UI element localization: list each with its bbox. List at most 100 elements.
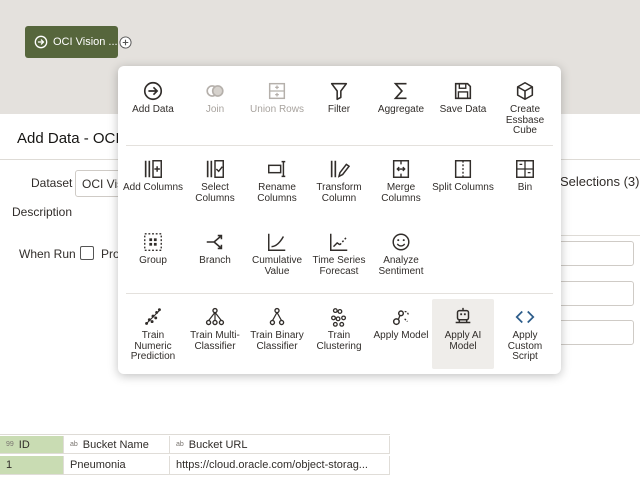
menu-item-save-data[interactable]: Save Data [432, 80, 494, 116]
multi-classifier-icon [205, 307, 225, 326]
menu-item-label: Add Columns [122, 182, 184, 193]
robot-icon [455, 307, 471, 324]
menu-item-label: Apply AI Model [444, 330, 482, 352]
smiley-icon [392, 233, 410, 251]
menu-item-cumulative-value[interactable]: Cumulative Value [246, 231, 308, 277]
column-header-label: Bucket Name [82, 438, 149, 451]
filter-icon [330, 82, 348, 101]
menu-item-bin[interactable]: Bin [494, 158, 556, 194]
menu-item-train-multi-classifier[interactable]: Train Multi-Classifier [184, 306, 246, 352]
menu-item-apply-model[interactable]: Apply Model [370, 306, 432, 342]
menu-item-rename-columns[interactable]: Rename Columns [246, 158, 308, 204]
add-step-icon[interactable] [119, 36, 132, 49]
menu-item-label: Rename Columns [257, 182, 297, 204]
menu-item-label: Group [139, 255, 167, 266]
add-step-menu: Add Data Join Union Rows Filter Aggregat… [118, 66, 561, 374]
menu-item-label: Select Columns [195, 182, 235, 204]
property-field[interactable] [556, 281, 634, 306]
menu-item-analyze-sentiment[interactable]: Analyze Sentiment [370, 231, 432, 277]
column-header-bucket-name[interactable]: ab Bucket Name [64, 436, 170, 454]
data-flow-editor: OCI Vision ... Add Data - OCI Dataset OC… [0, 0, 640, 484]
menu-item-label: Create Essbase Cube [505, 104, 545, 136]
menu-item-train-numeric-prediction[interactable]: Train Numeric Prediction [122, 306, 184, 363]
menu-item-label: Train Multi-Classifier [190, 330, 240, 352]
flow-node-label: OCI Vision ... [53, 36, 118, 48]
group-icon [144, 233, 162, 251]
menu-item-train-clustering[interactable]: Train Clustering [308, 306, 370, 352]
menu-item-label: Filter [327, 104, 351, 115]
menu-item-label: Cumulative Value [251, 255, 303, 277]
menu-item-time-series-forecast[interactable]: Time Series Forecast [308, 231, 370, 277]
binary-classifier-icon [269, 307, 285, 326]
property-field[interactable] [556, 320, 634, 345]
flow-node-add-data[interactable]: OCI Vision ... [25, 26, 118, 58]
menu-item-label: Train Clustering [316, 330, 362, 352]
menu-item-filter[interactable]: Filter [308, 80, 370, 116]
when-run-checkbox[interactable] [80, 246, 94, 260]
menu-item-transform-column[interactable]: Transform Column [308, 158, 370, 204]
menu-item-label: Analyze Sentiment [378, 255, 424, 277]
menu-item-label: Apply Custom Script [507, 330, 543, 362]
menu-item-label: Train Numeric Prediction [130, 330, 176, 362]
table-cell[interactable]: 1 [0, 456, 64, 475]
apply-model-icon [392, 310, 409, 326]
clustering-icon [331, 308, 347, 327]
branch-icon [206, 234, 223, 250]
when-run-option-label: Pro [101, 247, 120, 261]
when-run-label: When Run [19, 247, 76, 261]
menu-item-label: Merge Columns [381, 182, 421, 204]
table-row: 1 Pneumonia https://cloud.oracle.com/obj… [0, 456, 390, 475]
text-type-icon: ab [176, 441, 184, 448]
column-header-label: Bucket URL [188, 438, 248, 451]
menu-item-create-essbase-cube[interactable]: Create Essbase Cube [494, 80, 556, 137]
menu-item-add-columns[interactable]: Add Columns [122, 158, 184, 194]
menu-item-apply-custom-script[interactable]: Apply Custom Script [494, 306, 556, 363]
menu-item-label: Time Series Forecast [312, 255, 366, 277]
column-header-id[interactable]: 99 ID [0, 436, 64, 454]
bin-icon [516, 160, 534, 178]
menu-item-label: Split Columns [432, 182, 494, 193]
menu-item-label: Aggregate [377, 104, 425, 115]
rename-columns-icon [268, 160, 286, 178]
arrow-right-circle-icon [34, 35, 48, 49]
column-header-label: ID [18, 438, 30, 451]
split-columns-icon [454, 160, 472, 178]
menu-item-label: Apply Model [373, 330, 429, 341]
menu-item-branch[interactable]: Branch [184, 231, 246, 267]
arrow-right-circle-icon [143, 81, 163, 101]
menu-item-group[interactable]: Group [122, 231, 184, 267]
cube-icon [516, 81, 534, 101]
cumulative-icon [268, 233, 286, 251]
numeric-prediction-icon [145, 308, 161, 325]
menu-item-merge-columns[interactable]: Merge Columns [370, 158, 432, 204]
panel-title: Add Data - OCI [17, 130, 120, 147]
sigma-icon [393, 82, 407, 100]
menu-item-union-rows[interactable]: Union Rows [246, 80, 308, 116]
select-columns-icon [206, 160, 224, 178]
menu-item-aggregate[interactable]: Aggregate [370, 80, 432, 116]
menu-item-split-columns[interactable]: Split Columns [432, 158, 494, 194]
menu-item-label: Train Binary Classifier [250, 330, 304, 352]
menu-item-add-data[interactable]: Add Data [122, 80, 184, 116]
column-header-bucket-url[interactable]: ab Bucket URL [170, 436, 390, 454]
menu-item-train-binary-classifier[interactable]: Train Binary Classifier [246, 306, 308, 352]
code-icon [515, 310, 535, 324]
merge-columns-icon [392, 160, 410, 178]
description-label: Description [12, 205, 73, 219]
union-rows-icon [268, 82, 286, 100]
dataset-label: Dataset [31, 176, 73, 190]
menu-separator [126, 293, 553, 294]
selections-count[interactable]: Selections (3) [560, 174, 639, 189]
forecast-icon [330, 233, 348, 251]
menu-item-label: Add Data [132, 104, 174, 115]
menu-item-label: Save Data [439, 104, 487, 115]
table-cell[interactable]: https://cloud.oracle.com/object-storag..… [170, 456, 390, 475]
text-type-icon: ab [70, 441, 78, 448]
menu-item-apply-ai-model[interactable]: Apply AI Model [432, 299, 494, 369]
table-cell[interactable]: Pneumonia [64, 456, 170, 475]
menu-item-select-columns[interactable]: Select Columns [184, 158, 246, 204]
menu-item-label: Branch [199, 255, 231, 266]
menu-item-join[interactable]: Join [184, 80, 246, 116]
property-field[interactable] [556, 241, 634, 266]
menu-item-label: Transform Column [316, 182, 362, 204]
